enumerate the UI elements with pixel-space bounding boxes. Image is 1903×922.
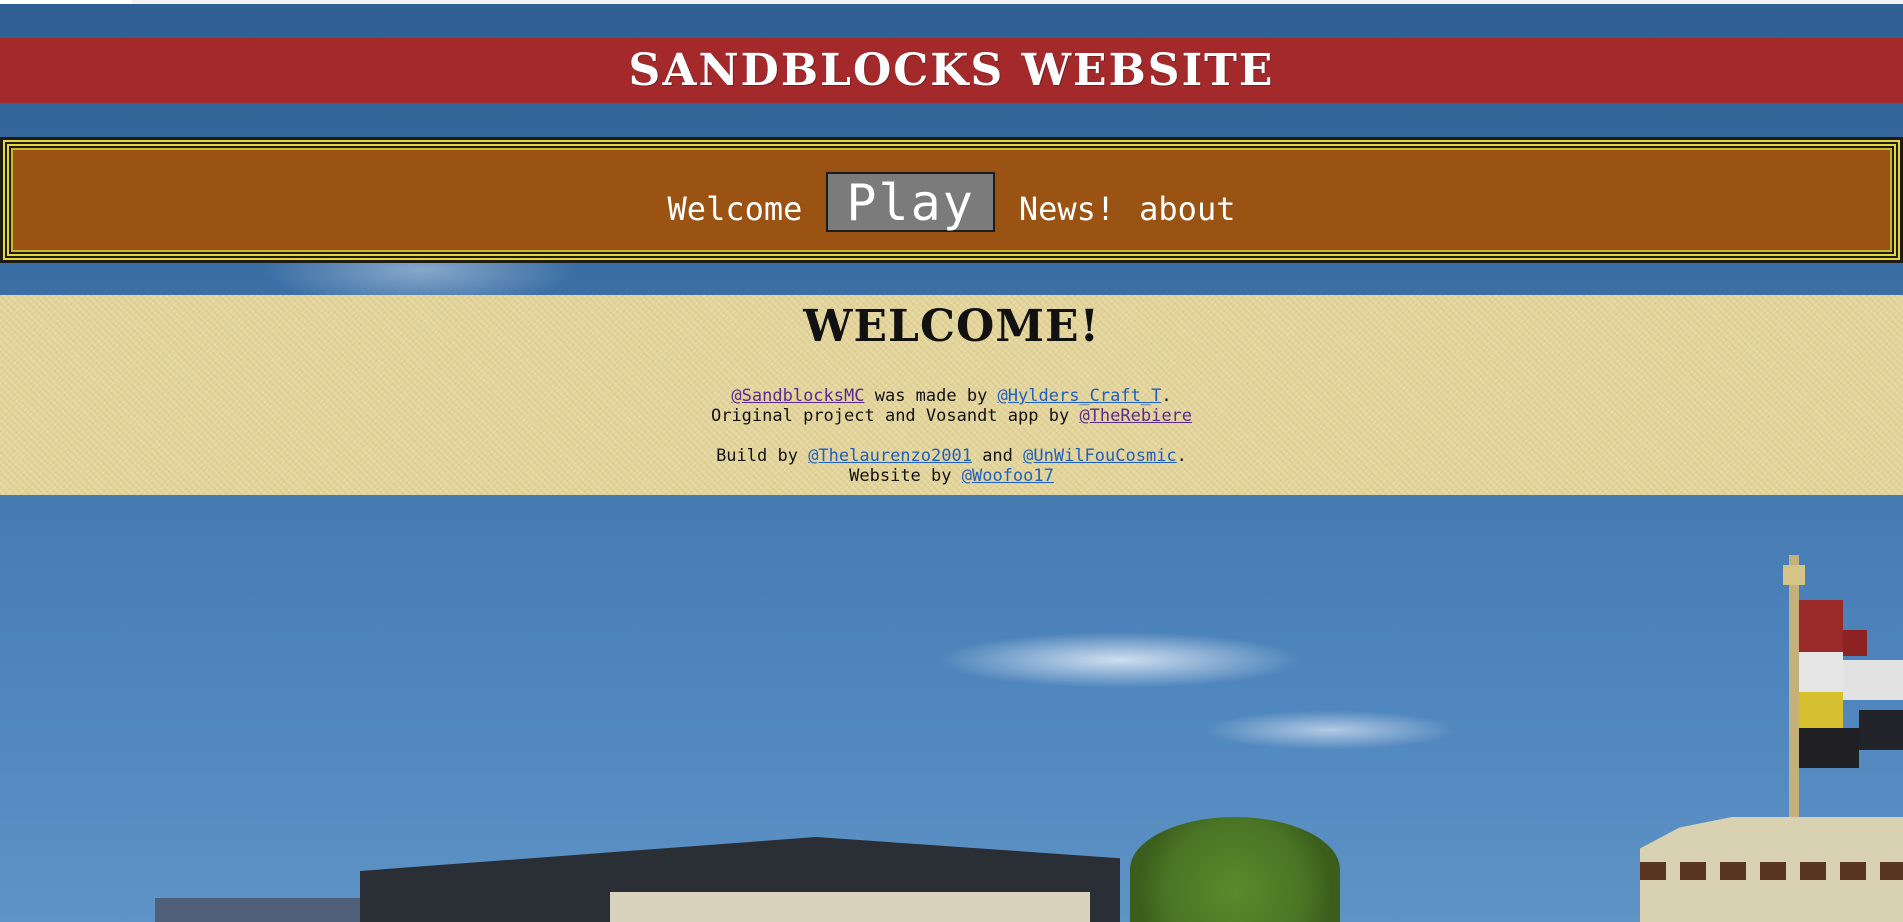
credits-text: and (971, 446, 1024, 466)
flag-pole-top (1783, 565, 1805, 585)
hylders-craft-link[interactable]: @Hylders_Craft_T (998, 386, 1162, 406)
credits-text: Build by (716, 446, 809, 466)
sandblocksmc-link[interactable]: @SandblocksMC (731, 386, 864, 406)
credits-punct: . (1161, 386, 1172, 406)
nav-items: Welcome Play News! about (3, 140, 1900, 260)
nav-item-play[interactable]: Play (826, 172, 995, 232)
credits-text: Website by (849, 466, 962, 486)
welcome-heading: WELCOME! (803, 301, 1100, 352)
tree (1130, 817, 1340, 922)
site-title-bar: SANDBLOCKS WEBSITE (0, 38, 1903, 103)
background-scene-image (0, 495, 1903, 922)
distant-building (155, 898, 375, 922)
flag (1799, 600, 1903, 780)
credits: @SandblocksMC was made by @Hylders_Craft… (0, 386, 1903, 486)
unwilfoucosmic-link[interactable]: @UnWilFouCosmic (1023, 446, 1177, 466)
nav-item-news[interactable]: News! (1019, 179, 1115, 225)
main-nav: Welcome Play News! about (0, 137, 1903, 263)
tower-battlements (1640, 862, 1903, 880)
browser-tab-edge (0, 0, 132, 4)
credits-line-3: Build by @Thelaurenzo2001 and @UnWilFouC… (0, 446, 1903, 466)
browser-top-strip (0, 0, 1903, 4)
credits-spacer (0, 426, 1903, 446)
thelaurenzo2001-link[interactable]: @Thelaurenzo2001 (808, 446, 972, 466)
therebiere-link[interactable]: @TheRebiere (1079, 406, 1192, 426)
woofoo17-link[interactable]: @Woofoo17 (962, 466, 1054, 486)
credits-line-4: Website by @Woofoo17 (0, 466, 1903, 486)
credits-line-2: Original project and Vosandt app by @The… (0, 406, 1903, 426)
building-wall (610, 892, 1090, 922)
credits-punct: . (1176, 446, 1187, 466)
credits-line-1: @SandblocksMC was made by @Hylders_Craft… (0, 386, 1903, 406)
nav-item-welcome[interactable]: Welcome (668, 179, 803, 225)
welcome-panel: WELCOME! @SandblocksMC was made by @Hyld… (0, 295, 1903, 495)
flag-pole (1789, 555, 1799, 817)
nav-item-about[interactable]: about (1139, 179, 1235, 225)
credits-text: Original project and Vosandt app by (710, 406, 1080, 426)
site-title: SANDBLOCKS WEBSITE (628, 45, 1275, 96)
credits-text: was made by (864, 386, 998, 406)
